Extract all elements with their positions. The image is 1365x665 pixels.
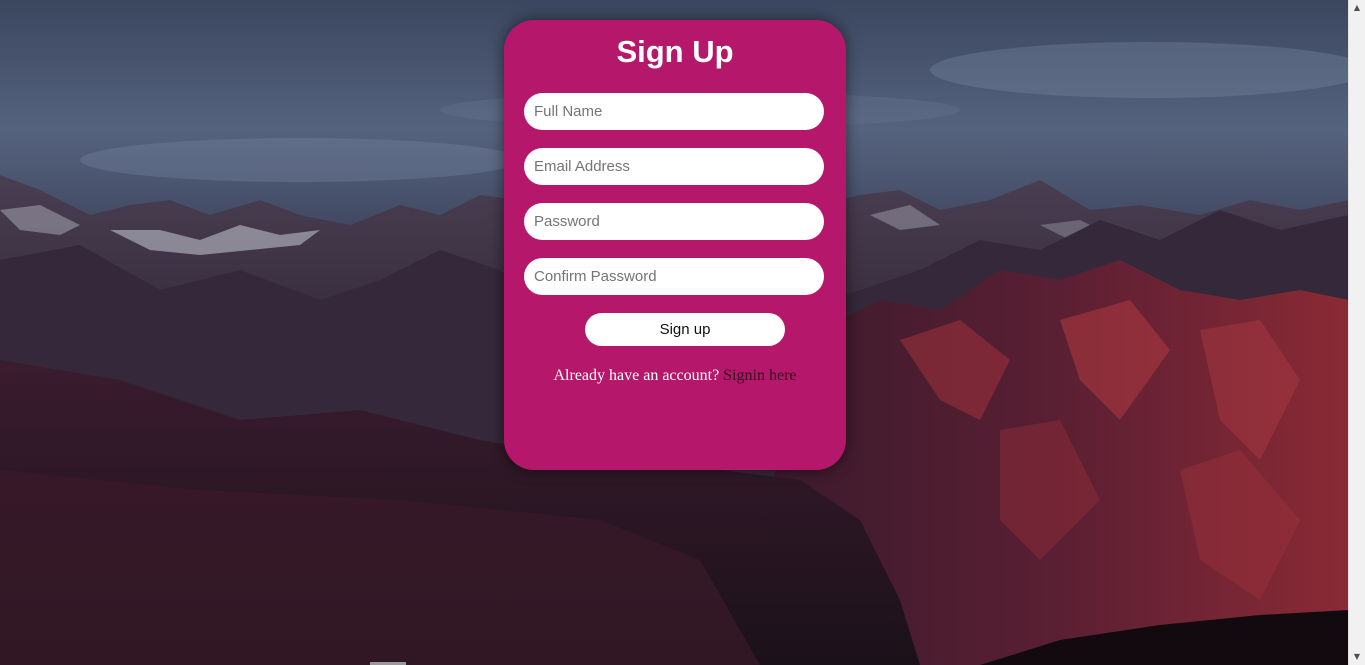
scroll-down-arrow-icon[interactable]: ▼ (1349, 649, 1365, 665)
signup-card: Sign Up Sign up Already have an account?… (504, 20, 846, 470)
password-input[interactable] (524, 203, 824, 240)
confirm-password-input[interactable] (524, 258, 824, 295)
sign-up-button[interactable]: Sign up (585, 313, 785, 346)
signin-prompt: Already have an account? Signin here (504, 367, 846, 385)
full-name-input[interactable] (524, 93, 824, 130)
vertical-scrollbar[interactable]: ▲ ▼ (1348, 0, 1365, 665)
scroll-up-arrow-icon[interactable]: ▲ (1349, 0, 1365, 16)
signin-link[interactable]: Signin here (723, 367, 796, 384)
form-title: Sign Up (616, 34, 734, 69)
page: ▲ ▼ Sign Up Sign up Already have an acco… (0, 0, 1365, 665)
signin-prompt-text: Already have an account? (553, 367, 720, 384)
email-input[interactable] (524, 148, 824, 185)
